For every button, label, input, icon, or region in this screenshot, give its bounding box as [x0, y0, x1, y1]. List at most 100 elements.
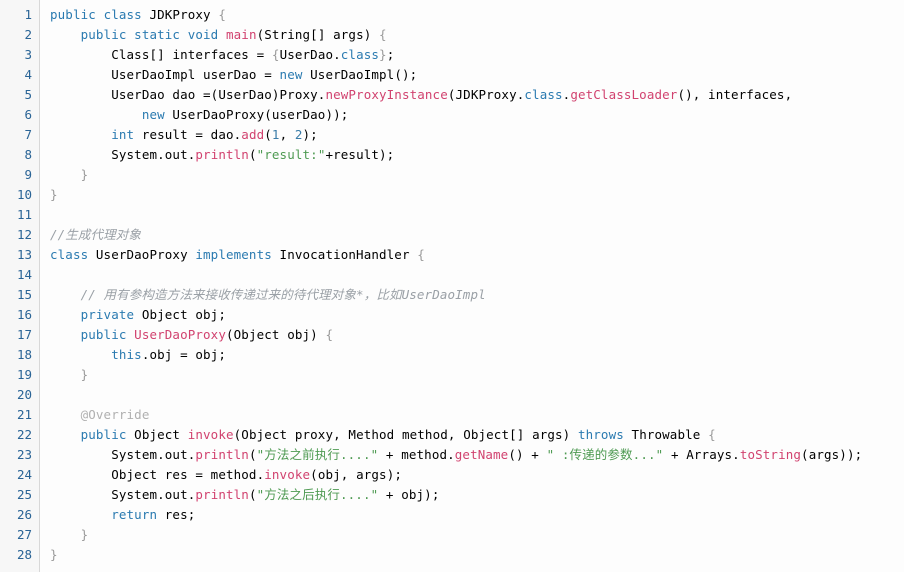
code-line[interactable]: System.out.println("方法之前执行...." + method… — [50, 445, 904, 465]
code-token: UserDaoImpl userDao = — [111, 67, 280, 82]
code-token: System — [111, 147, 158, 162]
line-number: 25 — [16, 487, 32, 502]
code-token: } — [80, 167, 89, 182]
code-token: println — [195, 447, 249, 462]
code-token: new — [141, 107, 173, 122]
code-token: public — [50, 7, 104, 22]
code-line[interactable] — [50, 385, 904, 405]
code-line[interactable]: UserDaoImpl userDao = new UserDaoImpl(); — [50, 65, 904, 85]
code-token: userDao — [271, 107, 326, 122]
code-token: ( — [248, 147, 257, 162]
code-token: args — [532, 427, 563, 442]
code-token: } — [379, 47, 387, 62]
code-line[interactable]: } — [50, 165, 904, 185]
code-token: @Override — [80, 407, 150, 422]
code-line[interactable]: //生成代理对象 — [50, 225, 904, 245]
line-number: 8 — [24, 147, 32, 162]
code-token: class — [340, 47, 380, 62]
code-token: args — [333, 27, 364, 42]
code-token: toString — [739, 447, 802, 462]
code-token: UserDao — [279, 47, 334, 62]
code-token: ( — [264, 107, 272, 122]
code-line[interactable] — [50, 205, 904, 225]
line-number-gutter[interactable]: 1 2 3 4 5 6 7 8 9 10 11 12 13 14 15 16 17 18 19 20 21 22 23 24 2… — [0, 0, 40, 572]
code-token: )); — [325, 107, 349, 122]
code-token: out — [164, 147, 188, 162]
code-line[interactable]: Class[] interfaces = {UserDao.class}; — [50, 45, 904, 65]
code-token: Throwable — [631, 427, 709, 442]
code-line[interactable]: public class JDKProxy { — [50, 5, 904, 25]
code-line[interactable]: public Object invoke(Object proxy, Metho… — [50, 425, 904, 445]
line-number: 3 — [24, 47, 32, 62]
code-line[interactable]: this.obj = obj; — [50, 345, 904, 365]
code-token: newProxyInstance — [325, 87, 448, 102]
code-token: "result:" — [256, 147, 326, 162]
code-token: Class — [111, 47, 150, 62]
code-line[interactable]: return res; — [50, 505, 904, 525]
code-line[interactable] — [50, 265, 904, 285]
code-line[interactable]: public static void main(String[] args) { — [50, 25, 904, 45]
code-token: Object res = method — [111, 467, 257, 482]
code-token: . — [157, 487, 165, 502]
code-line[interactable]: @Override — [50, 405, 904, 425]
code-line[interactable]: } — [50, 365, 904, 385]
code-line[interactable]: } — [50, 545, 904, 565]
code-token: , — [333, 427, 349, 442]
code-token: ); — [424, 487, 440, 502]
code-line[interactable]: System.out.println("result:"+result); — [50, 145, 904, 165]
code-token: public — [80, 327, 135, 342]
code-token: println — [195, 487, 249, 502]
code-line[interactable]: Object res = method.invoke(obj, args); — [50, 465, 904, 485]
code-token: (); — [394, 67, 418, 82]
code-token: interfaces — [708, 87, 785, 102]
code-token: + — [325, 147, 334, 162]
code-line[interactable]: int result = dao.add(1, 2); — [50, 125, 904, 145]
code-token: )); — [839, 447, 863, 462]
code-token: main — [226, 27, 257, 42]
code-line[interactable]: } — [50, 525, 904, 545]
code-line[interactable]: } — [50, 185, 904, 205]
code-token: { — [218, 7, 226, 22]
code-token: System — [111, 487, 158, 502]
code-token: Method method — [348, 427, 448, 442]
line-number: 4 — [24, 67, 32, 82]
code-token: } — [50, 187, 58, 202]
code-token: obj — [317, 467, 341, 482]
code-content-area[interactable]: public class JDKProxy { public static vo… — [40, 0, 904, 572]
code-editor[interactable]: 1 2 3 4 5 6 7 8 9 10 11 12 13 14 15 16 17 18 19 20 21 22 23 24 2… — [0, 0, 904, 572]
line-number: 20 — [16, 387, 32, 402]
code-token: Object proxy — [241, 427, 334, 442]
code-token: { — [379, 27, 387, 42]
code-token: obj — [401, 487, 425, 502]
code-line[interactable]: System.out.println("方法之后执行...." + obj); — [50, 485, 904, 505]
code-token: { — [417, 247, 425, 262]
code-token: interfaces = — [172, 47, 272, 62]
code-token: . — [157, 147, 165, 162]
code-line[interactable]: UserDao dao =(UserDao)Proxy.newProxyInst… — [50, 85, 904, 105]
code-token: //生成代理对象 — [50, 227, 142, 242]
code-line[interactable]: class UserDaoProxy implements Invocation… — [50, 245, 904, 265]
code-line[interactable]: private Object obj; — [50, 305, 904, 325]
code-token: + — [378, 487, 402, 502]
line-number: 27 — [16, 527, 32, 542]
code-line[interactable]: new UserDaoProxy(userDao)); — [50, 105, 904, 125]
line-number: 17 — [16, 327, 32, 342]
line-number: 24 — [16, 467, 32, 482]
code-token: 1 — [271, 127, 280, 142]
code-line[interactable]: // 用有参构造方法来接收传递过来的待代理对象*，比如UserDaoImpl — [50, 285, 904, 305]
code-token: ; — [218, 347, 226, 362]
line-number: 9 — [24, 167, 32, 182]
code-token: } — [80, 527, 89, 542]
code-token: method — [401, 447, 448, 462]
code-line[interactable]: public UserDaoProxy(Object obj) { — [50, 325, 904, 345]
code-token: ) — [363, 27, 380, 42]
